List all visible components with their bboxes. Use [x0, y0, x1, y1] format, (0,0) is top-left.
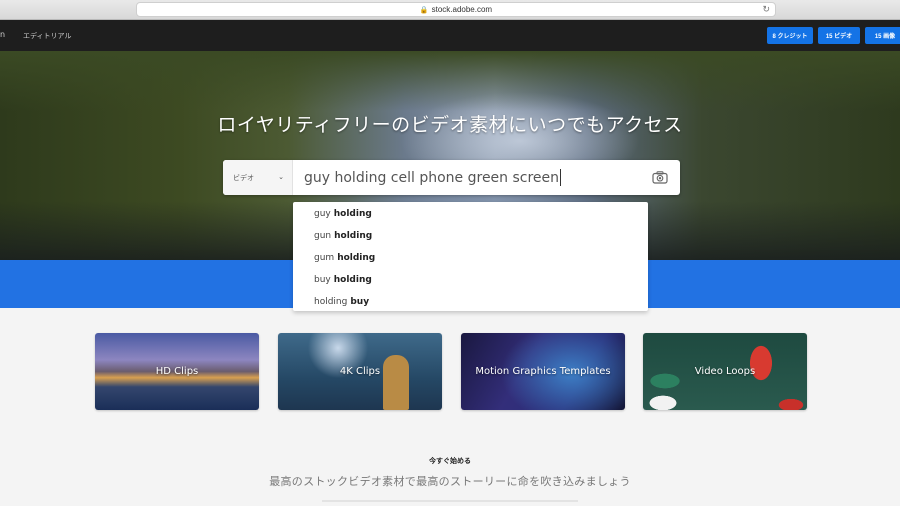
category-tile-hd-clips[interactable]: HD Clips [95, 333, 259, 410]
url-text: stock.adobe.com [431, 5, 493, 14]
text-cursor [560, 169, 562, 186]
suggestion-match: holding [333, 275, 372, 285]
suggestion-item[interactable]: gum holding [314, 247, 375, 269]
category-label: Motion Graphics Templates [475, 366, 611, 377]
suggestion-item[interactable]: guy holding [314, 203, 372, 225]
search-bar: ビデオ ⌄ guy holding cell phone green scree… [223, 160, 680, 195]
suggestion-match: holding [334, 231, 373, 241]
divider [322, 500, 578, 502]
lock-icon: 🔒 [419, 6, 429, 14]
category-label: HD Clips [155, 366, 199, 377]
suggestion-item[interactable]: holding buy [314, 291, 369, 313]
reload-icon[interactable]: ↻ [762, 4, 770, 15]
category-label: 4K Clips [339, 366, 381, 377]
media-type-value: ビデオ [233, 173, 254, 182]
suggestion-prefix: guy [314, 209, 331, 219]
credits-button[interactable]: 8 クレジット [767, 27, 813, 44]
suggestion-item[interactable]: buy holding [314, 269, 372, 291]
hero-title: ロイヤリティフリーのビデオ素材にいつでもアクセス [217, 114, 683, 136]
search-query-text: guy holding cell phone green screen [304, 169, 560, 186]
chevron-down-icon: ⌄ [278, 173, 284, 181]
browser-toolbar: 🔒 stock.adobe.com ↻ [0, 0, 900, 20]
suggestion-match: holding [333, 209, 372, 219]
videos-button[interactable]: 15 ビデオ [818, 27, 860, 44]
section-subtitle: 最高のストックビデオ素材で最高のストーリーに命を吹き込みましょう [269, 475, 631, 488]
suggestion-prefix: buy [314, 275, 331, 285]
suggestion-match: holding [337, 253, 376, 263]
suggestion-match: buy [350, 297, 370, 307]
category-tile-video-loops[interactable]: Video Loops [643, 333, 807, 410]
suggestion-prefix: gum [314, 253, 335, 263]
category-label: Video Loops [694, 366, 756, 377]
autocomplete-dropdown: guy holding gun holding gum holding buy hold… [293, 202, 648, 311]
camera-icon[interactable] [640, 160, 680, 195]
suggestion-prefix: gun [314, 231, 332, 241]
search-input[interactable]: guy holding cell phone green screen [293, 160, 640, 195]
images-button[interactable]: 15 画像 [865, 27, 900, 44]
nav-item-fragment[interactable]: n [0, 30, 5, 39]
media-type-dropdown[interactable]: ビデオ ⌄ [223, 160, 293, 195]
nav-item-editorial[interactable]: エディトリアル [23, 31, 71, 41]
top-navigation: n エディトリアル 8 クレジット 15 ビデオ 15 画像 [0, 20, 900, 51]
category-tile-4k-clips[interactable]: 4K Clips [278, 333, 442, 410]
category-tile-motion-graphics[interactable]: Motion Graphics Templates [461, 333, 625, 410]
address-bar[interactable]: 🔒 stock.adobe.com ↻ [136, 2, 776, 17]
suggestion-item[interactable]: gun holding [314, 225, 372, 247]
section-eyebrow: 今すぐ始める [429, 457, 471, 465]
suggestion-prefix: holding [314, 297, 348, 307]
